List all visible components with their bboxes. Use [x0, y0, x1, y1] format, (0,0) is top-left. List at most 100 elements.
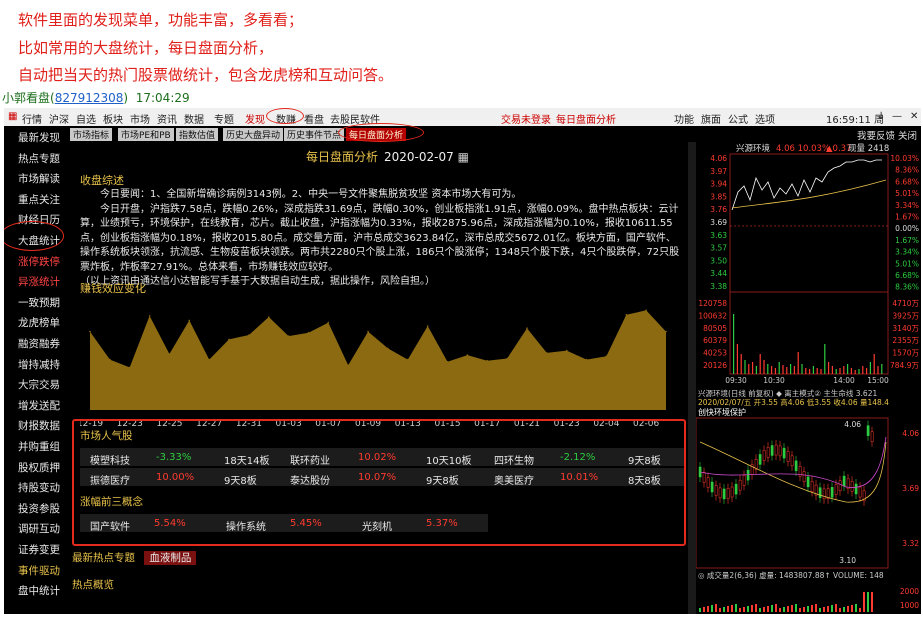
vertical-scrollbar[interactable] [688, 142, 696, 614]
stock-name[interactable]: 奥美医疗 [494, 472, 534, 487]
price-tick: 3.44 [710, 269, 727, 278]
candle-body [706, 477, 710, 488]
tab-history-events[interactable]: 历史事件节点 [284, 128, 345, 141]
close-window-icon[interactable]: ✕ [910, 111, 918, 122]
tab-history-anomaly[interactable]: 历史大盘异动 [223, 128, 284, 141]
data-point [287, 335, 290, 337]
volume-amount-tick: 4710万 [892, 299, 919, 308]
concept-name[interactable]: 国产软件 [90, 518, 130, 533]
indicator-tick: 2000 [900, 587, 919, 596]
candle-body [734, 483, 738, 495]
login-status[interactable]: 交易未登录 [501, 111, 551, 126]
sidebar-item[interactable]: 涨停跌停 [18, 254, 60, 269]
price-tick: 3.57 [710, 244, 727, 253]
summary-heading: 收盘综述 [80, 174, 124, 187]
data-point [208, 358, 210, 361]
blood-product-tab[interactable]: 血液制品 [144, 551, 197, 565]
stock-change: 10.07% [358, 472, 397, 483]
menu-item-watch[interactable]: 看盘 [304, 111, 324, 126]
indicator-bar [795, 604, 797, 612]
calendar-icon[interactable]: ▦ [458, 150, 469, 164]
menu-item-data[interactable]: 数据 [184, 111, 204, 126]
sidebar-item[interactable]: 增发送配 [18, 398, 60, 413]
candle-body [842, 475, 846, 487]
menu-item-function[interactable]: 功能 [674, 111, 694, 126]
sidebar-item[interactable]: 盘中统计 [18, 583, 60, 598]
indicator-bar [751, 605, 753, 612]
volume-amount-tick: 784.9万 [890, 361, 919, 370]
sidebar-item[interactable]: 最新发现 [18, 130, 60, 145]
sidebar-item[interactable]: 融资融券 [18, 336, 60, 351]
menu-item-formula[interactable]: 公式 [728, 111, 748, 126]
sidebar-item[interactable]: 持股变动 [18, 480, 60, 495]
candle-body [742, 475, 746, 486]
concept-name[interactable]: 光刻机 [362, 518, 392, 533]
report-date[interactable]: 2020-02-07 [384, 150, 454, 164]
menu-item-hs[interactable]: 沪深 [49, 111, 69, 126]
indicator-bar [819, 608, 821, 612]
concept-name[interactable]: 操作系统 [226, 518, 266, 533]
concept-change: 5.37% [426, 518, 458, 529]
volume-bar [816, 368, 818, 374]
pct-tick: 3.34% [895, 201, 919, 210]
stock-name[interactable]: 模塑科技 [90, 452, 130, 467]
sidebar-item[interactable]: 一致预期 [18, 295, 60, 310]
sidebar-item[interactable]: 市场解读 [18, 171, 60, 186]
stock-name[interactable]: 联环药业 [290, 452, 330, 467]
sidebar-item[interactable]: 大宗交易 [18, 377, 60, 392]
data-point [109, 358, 111, 361]
menu-item-news[interactable]: 资讯 [157, 111, 177, 126]
stock-name[interactable]: 四环生物 [494, 452, 534, 467]
menu-item-options[interactable]: 选项 [755, 111, 775, 126]
sidebar-item[interactable]: 调研互动 [18, 521, 60, 536]
sidebar-item[interactable]: 异涨统计 [18, 274, 60, 289]
sidebar-item[interactable]: 证券变更 [18, 542, 60, 557]
indicator-bar [767, 606, 769, 612]
sidebar-item[interactable]: 投资参股 [18, 501, 60, 516]
time-tick: 09:30 [725, 376, 747, 385]
stock-volume: 现量 2418 [848, 144, 889, 154]
sidebar-item[interactable]: 重点关注 [18, 192, 60, 207]
stock-name[interactable]: 泰达股份 [290, 472, 330, 487]
indicator-bar [743, 607, 745, 612]
volume-bar [820, 369, 822, 374]
average-line [731, 179, 887, 209]
sidebar-item[interactable]: 股权质押 [18, 460, 60, 475]
menu-item-quotes[interactable]: 行情 [22, 111, 42, 126]
sidebar-item[interactable]: 龙虎榜单 [18, 315, 60, 330]
qq-link[interactable]: 827912308 [55, 91, 124, 105]
menu-item-sectors[interactable]: 板块 [103, 111, 123, 126]
candle-body [718, 487, 722, 499]
menu-item-market[interactable]: 市场 [130, 111, 150, 126]
menu-item-discover[interactable]: 发现 [245, 111, 265, 126]
feedback-close[interactable]: 我要反馈 关闭 [857, 128, 917, 142]
lock-icon[interactable]: ↓ [877, 111, 885, 122]
tab-pe-pb[interactable]: 市场PE和PB [118, 128, 174, 141]
price-line [731, 159, 882, 211]
menu-item-topics[interactable]: 专题 [214, 111, 234, 126]
volume-tick: 100632 [698, 311, 727, 320]
pct-tick: 3.34% [895, 248, 919, 257]
volume-bar [740, 354, 742, 374]
indicator-bar [823, 607, 825, 612]
tab-index-valuation[interactable]: 指数估值 [176, 128, 219, 141]
stock-panel: 兴源环境 4.06 10.03%▲0.37现量 24184.063.973.943… [696, 143, 919, 612]
sidebar-item[interactable]: 事件驱动 [18, 563, 60, 578]
stock-name[interactable]: 振德医疗 [90, 472, 130, 487]
tab-market-indicators[interactable]: 市场指标 [70, 128, 113, 141]
caption-line-3: 自动把当天的热门股票做统计，包含龙虎榜和互动问答。 [18, 66, 394, 84]
sidebar-item[interactable]: 并购重组 [18, 439, 60, 454]
hot-topic-tab[interactable]: 最新热点专题 [72, 552, 135, 564]
menu-item-watchlist[interactable]: 自选 [76, 111, 96, 126]
sidebar-item[interactable]: 增持减持 [18, 357, 60, 372]
menu-item-layout[interactable]: 旗面 [701, 111, 721, 126]
sidebar-item[interactable]: 热点专题 [18, 151, 60, 166]
volume-bar [873, 354, 875, 374]
sidebar-item[interactable]: 财报数据 [18, 418, 60, 433]
volume-bar [782, 365, 784, 374]
volume-bar [748, 364, 750, 374]
indicator-bar [739, 608, 741, 612]
data-point [565, 349, 568, 352]
minimize-icon[interactable]: — [892, 111, 902, 122]
price-tick: 3.85 [710, 192, 727, 201]
